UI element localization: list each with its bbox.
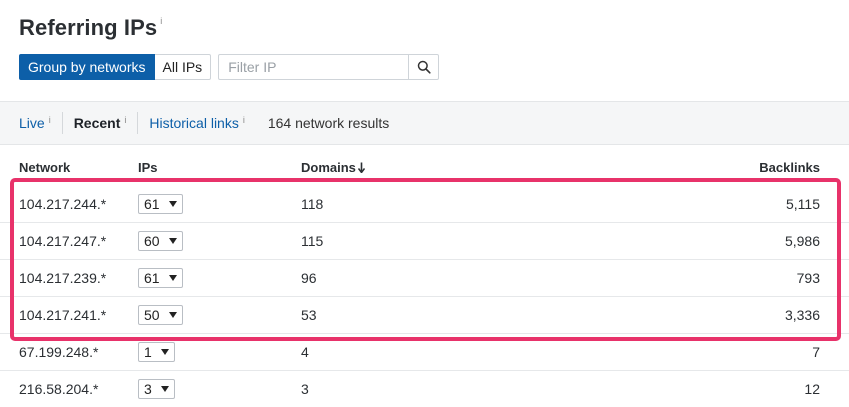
dropdown-caret-icon xyxy=(168,238,177,244)
network-cell: 104.217.244.* xyxy=(19,196,107,212)
table-row: 216.58.204.* 3 3 12 xyxy=(0,371,849,407)
ips-dropdown-value: 1 xyxy=(144,344,152,360)
ips-cell: 61 xyxy=(138,194,183,214)
domains-cell: 4 xyxy=(301,344,309,360)
backlinks-cell: 5,986 xyxy=(784,233,820,249)
dropdown-caret-icon xyxy=(160,386,169,392)
ips-dropdown-value: 3 xyxy=(144,381,152,397)
tabs-bar: Live i Recent i Historical links i 164 n… xyxy=(0,101,849,145)
ips-dropdown[interactable]: 61 xyxy=(138,194,183,214)
network-cell: 104.217.239.* xyxy=(19,270,107,286)
table-row: 104.217.247.* 60 115 5,986 xyxy=(0,223,849,260)
backlinks-cell: 793 xyxy=(796,270,820,286)
network-cell: 104.217.241.* xyxy=(19,307,107,323)
table-row: 104.217.241.* 50 53 3,336 xyxy=(0,297,849,334)
page-title: Referring IPs xyxy=(19,15,158,40)
domains-cell: 115 xyxy=(301,233,324,249)
column-header-domains[interactable]: Domains xyxy=(301,160,365,175)
column-header-domains-label: Domains xyxy=(301,160,356,175)
backlinks-cell: 3,336 xyxy=(784,307,820,323)
ips-dropdown-value: 61 xyxy=(144,270,160,286)
tab-divider xyxy=(61,112,63,134)
filter-ip-input[interactable] xyxy=(218,54,410,80)
tab-recent[interactable]: Recent i xyxy=(74,115,127,131)
network-cell: 216.58.204.* xyxy=(19,381,99,397)
dropdown-caret-icon xyxy=(160,349,169,355)
ips-dropdown[interactable]: 61 xyxy=(138,268,183,288)
tab-historical-info-icon[interactable]: i xyxy=(243,115,245,125)
ips-cell: 50 xyxy=(138,305,183,325)
sort-down-arrow-icon xyxy=(357,162,365,173)
dropdown-caret-icon xyxy=(168,275,177,281)
domains-cell: 118 xyxy=(301,196,324,212)
dropdown-caret-icon xyxy=(168,201,177,207)
group-by-networks-button[interactable]: Group by networks xyxy=(19,54,155,80)
controls-row: Group by networks All IPs xyxy=(19,54,440,80)
domains-cell: 96 xyxy=(301,270,317,286)
ips-cell: 1 xyxy=(138,342,175,362)
table-row: 67.199.248.* 1 4 7 xyxy=(0,334,849,371)
ips-cell: 61 xyxy=(138,268,183,288)
backlinks-cell: 5,115 xyxy=(786,196,820,212)
tab-live-label: Live xyxy=(19,115,45,131)
table-row: 104.217.244.* 61 118 5,115 xyxy=(0,186,849,223)
ips-dropdown-value: 60 xyxy=(144,233,160,249)
network-cell: 104.217.247.* xyxy=(19,233,107,249)
column-header-ips[interactable]: IPs xyxy=(138,160,158,175)
dropdown-caret-icon xyxy=(168,312,177,318)
results-count: 164 network results xyxy=(267,115,390,131)
ips-dropdown-value: 50 xyxy=(144,307,160,323)
backlinks-cell: 12 xyxy=(804,381,820,397)
domains-cell: 53 xyxy=(301,307,317,323)
ips-cell: 60 xyxy=(138,231,183,251)
network-cell: 67.199.248.* xyxy=(19,344,99,360)
ips-cell: 3 xyxy=(138,379,175,399)
tab-historical-label: Historical links xyxy=(149,115,239,131)
search-icon xyxy=(417,60,431,74)
all-ips-button[interactable]: All IPs xyxy=(154,54,212,80)
column-header-backlinks[interactable]: Backlinks xyxy=(759,160,820,175)
search-button[interactable] xyxy=(409,54,440,80)
ips-dropdown[interactable]: 3 xyxy=(138,379,175,399)
ips-dropdown-value: 61 xyxy=(144,196,160,212)
tab-recent-info-icon[interactable]: i xyxy=(124,115,126,125)
ips-dropdown[interactable]: 50 xyxy=(138,305,183,325)
backlinks-cell: 7 xyxy=(812,344,820,360)
filter-group xyxy=(218,54,440,80)
tab-recent-label: Recent xyxy=(73,115,121,131)
domains-cell: 3 xyxy=(301,381,309,397)
tab-historical-links[interactable]: Historical links i xyxy=(149,115,244,131)
column-header-network[interactable]: Network xyxy=(19,160,70,175)
tab-live[interactable]: Live i xyxy=(19,115,51,131)
title-info-icon[interactable]: i xyxy=(160,16,162,26)
tab-divider xyxy=(137,112,139,134)
page-header: Referring IPs i xyxy=(19,15,162,41)
tab-live-info-icon[interactable]: i xyxy=(49,115,51,125)
ips-dropdown[interactable]: 60 xyxy=(138,231,183,251)
table-row: 104.217.239.* 61 96 793 xyxy=(0,260,849,297)
referring-ips-page: Referring IPs i Group by networks All IP… xyxy=(0,0,849,407)
ips-dropdown[interactable]: 1 xyxy=(138,342,175,362)
table-header: Network IPs Domains Backlinks xyxy=(0,160,849,178)
